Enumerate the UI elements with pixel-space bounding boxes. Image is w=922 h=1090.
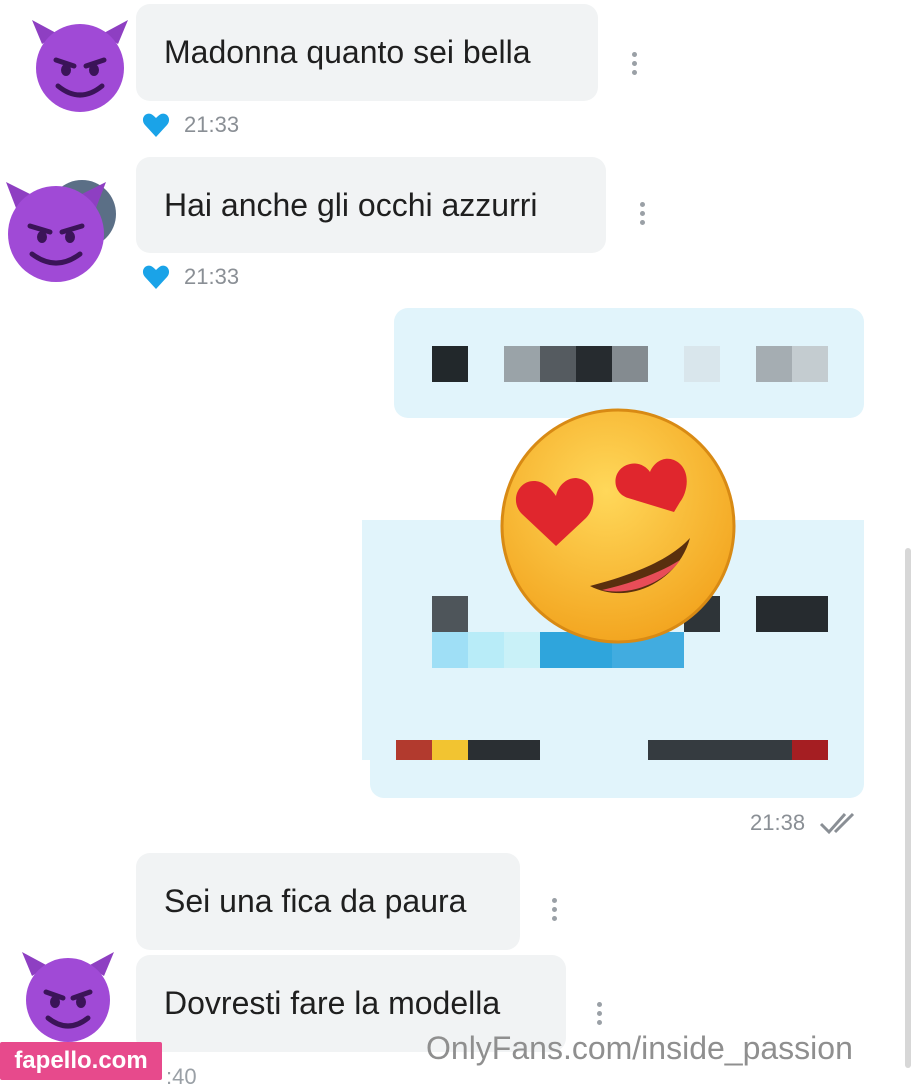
kebab-menu-icon[interactable]: [640, 202, 646, 229]
kebab-menu-icon[interactable]: [552, 898, 558, 925]
avatar[interactable]: [28, 14, 132, 119]
message-text: Dovresti fare la modella: [164, 985, 501, 1022]
message-text: Hai anche gli occhi azzurri: [164, 186, 538, 223]
message-meta: 21:33: [142, 264, 239, 290]
received-message[interactable]: Hai anche gli occhi azzurri: [136, 157, 606, 253]
message-time: 21:33: [184, 264, 240, 289]
heart-icon[interactable]: [142, 264, 170, 290]
received-message[interactable]: Madonna quanto sei bella: [136, 4, 598, 101]
watermark: OnlyFans.com/inside_passion: [426, 1030, 853, 1066]
site-badge: fapello.com: [0, 1042, 162, 1080]
avatar[interactable]: [0, 168, 120, 293]
message-meta: 21:33: [142, 112, 239, 138]
double-check-icon: [820, 812, 855, 835]
kebab-menu-icon[interactable]: [632, 52, 638, 79]
scrollbar[interactable]: [905, 548, 911, 1068]
message-time: :40: [166, 1064, 197, 1089]
avatar[interactable]: [18, 946, 118, 1047]
sent-meta: 21:38: [750, 810, 861, 836]
message-text: Madonna quanto sei bella: [164, 34, 531, 71]
heart-icon[interactable]: [142, 112, 170, 138]
message-time: 21:38: [750, 810, 806, 835]
message-time: 21:33: [184, 112, 240, 137]
message-text: Sei una fica da paura: [164, 883, 467, 920]
kebab-menu-icon[interactable]: [597, 1002, 603, 1029]
received-message[interactable]: Sei una fica da paura: [136, 853, 520, 950]
heart-eyes-emoji: [498, 406, 738, 651]
